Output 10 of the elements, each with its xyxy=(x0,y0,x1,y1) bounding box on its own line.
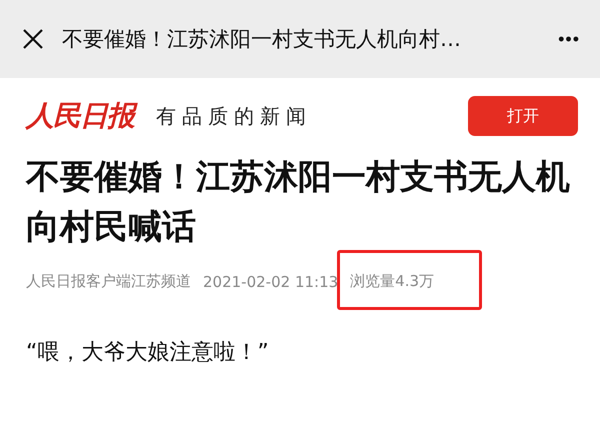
article-source: 人民日报客户端江苏频道 xyxy=(26,272,191,291)
article-headline: 不要催婚！江苏沭阳一村支书无人机向村民喊话 xyxy=(26,156,570,249)
page-title: 不要催婚！江苏沭阳一村支书无人机向村… xyxy=(62,26,461,53)
view-count: 浏览量4.3万 xyxy=(350,272,434,290)
more-button[interactable]: ••• xyxy=(558,28,580,50)
publish-time: 2021-02-02 11:13 xyxy=(203,272,338,290)
slogan: 有品质的新闻 xyxy=(156,102,312,130)
close-icon[interactable] xyxy=(22,28,44,50)
article-paragraph: “喂，大爷大娘注意啦！” xyxy=(26,339,270,367)
open-button[interactable]: 打开 xyxy=(468,96,578,136)
